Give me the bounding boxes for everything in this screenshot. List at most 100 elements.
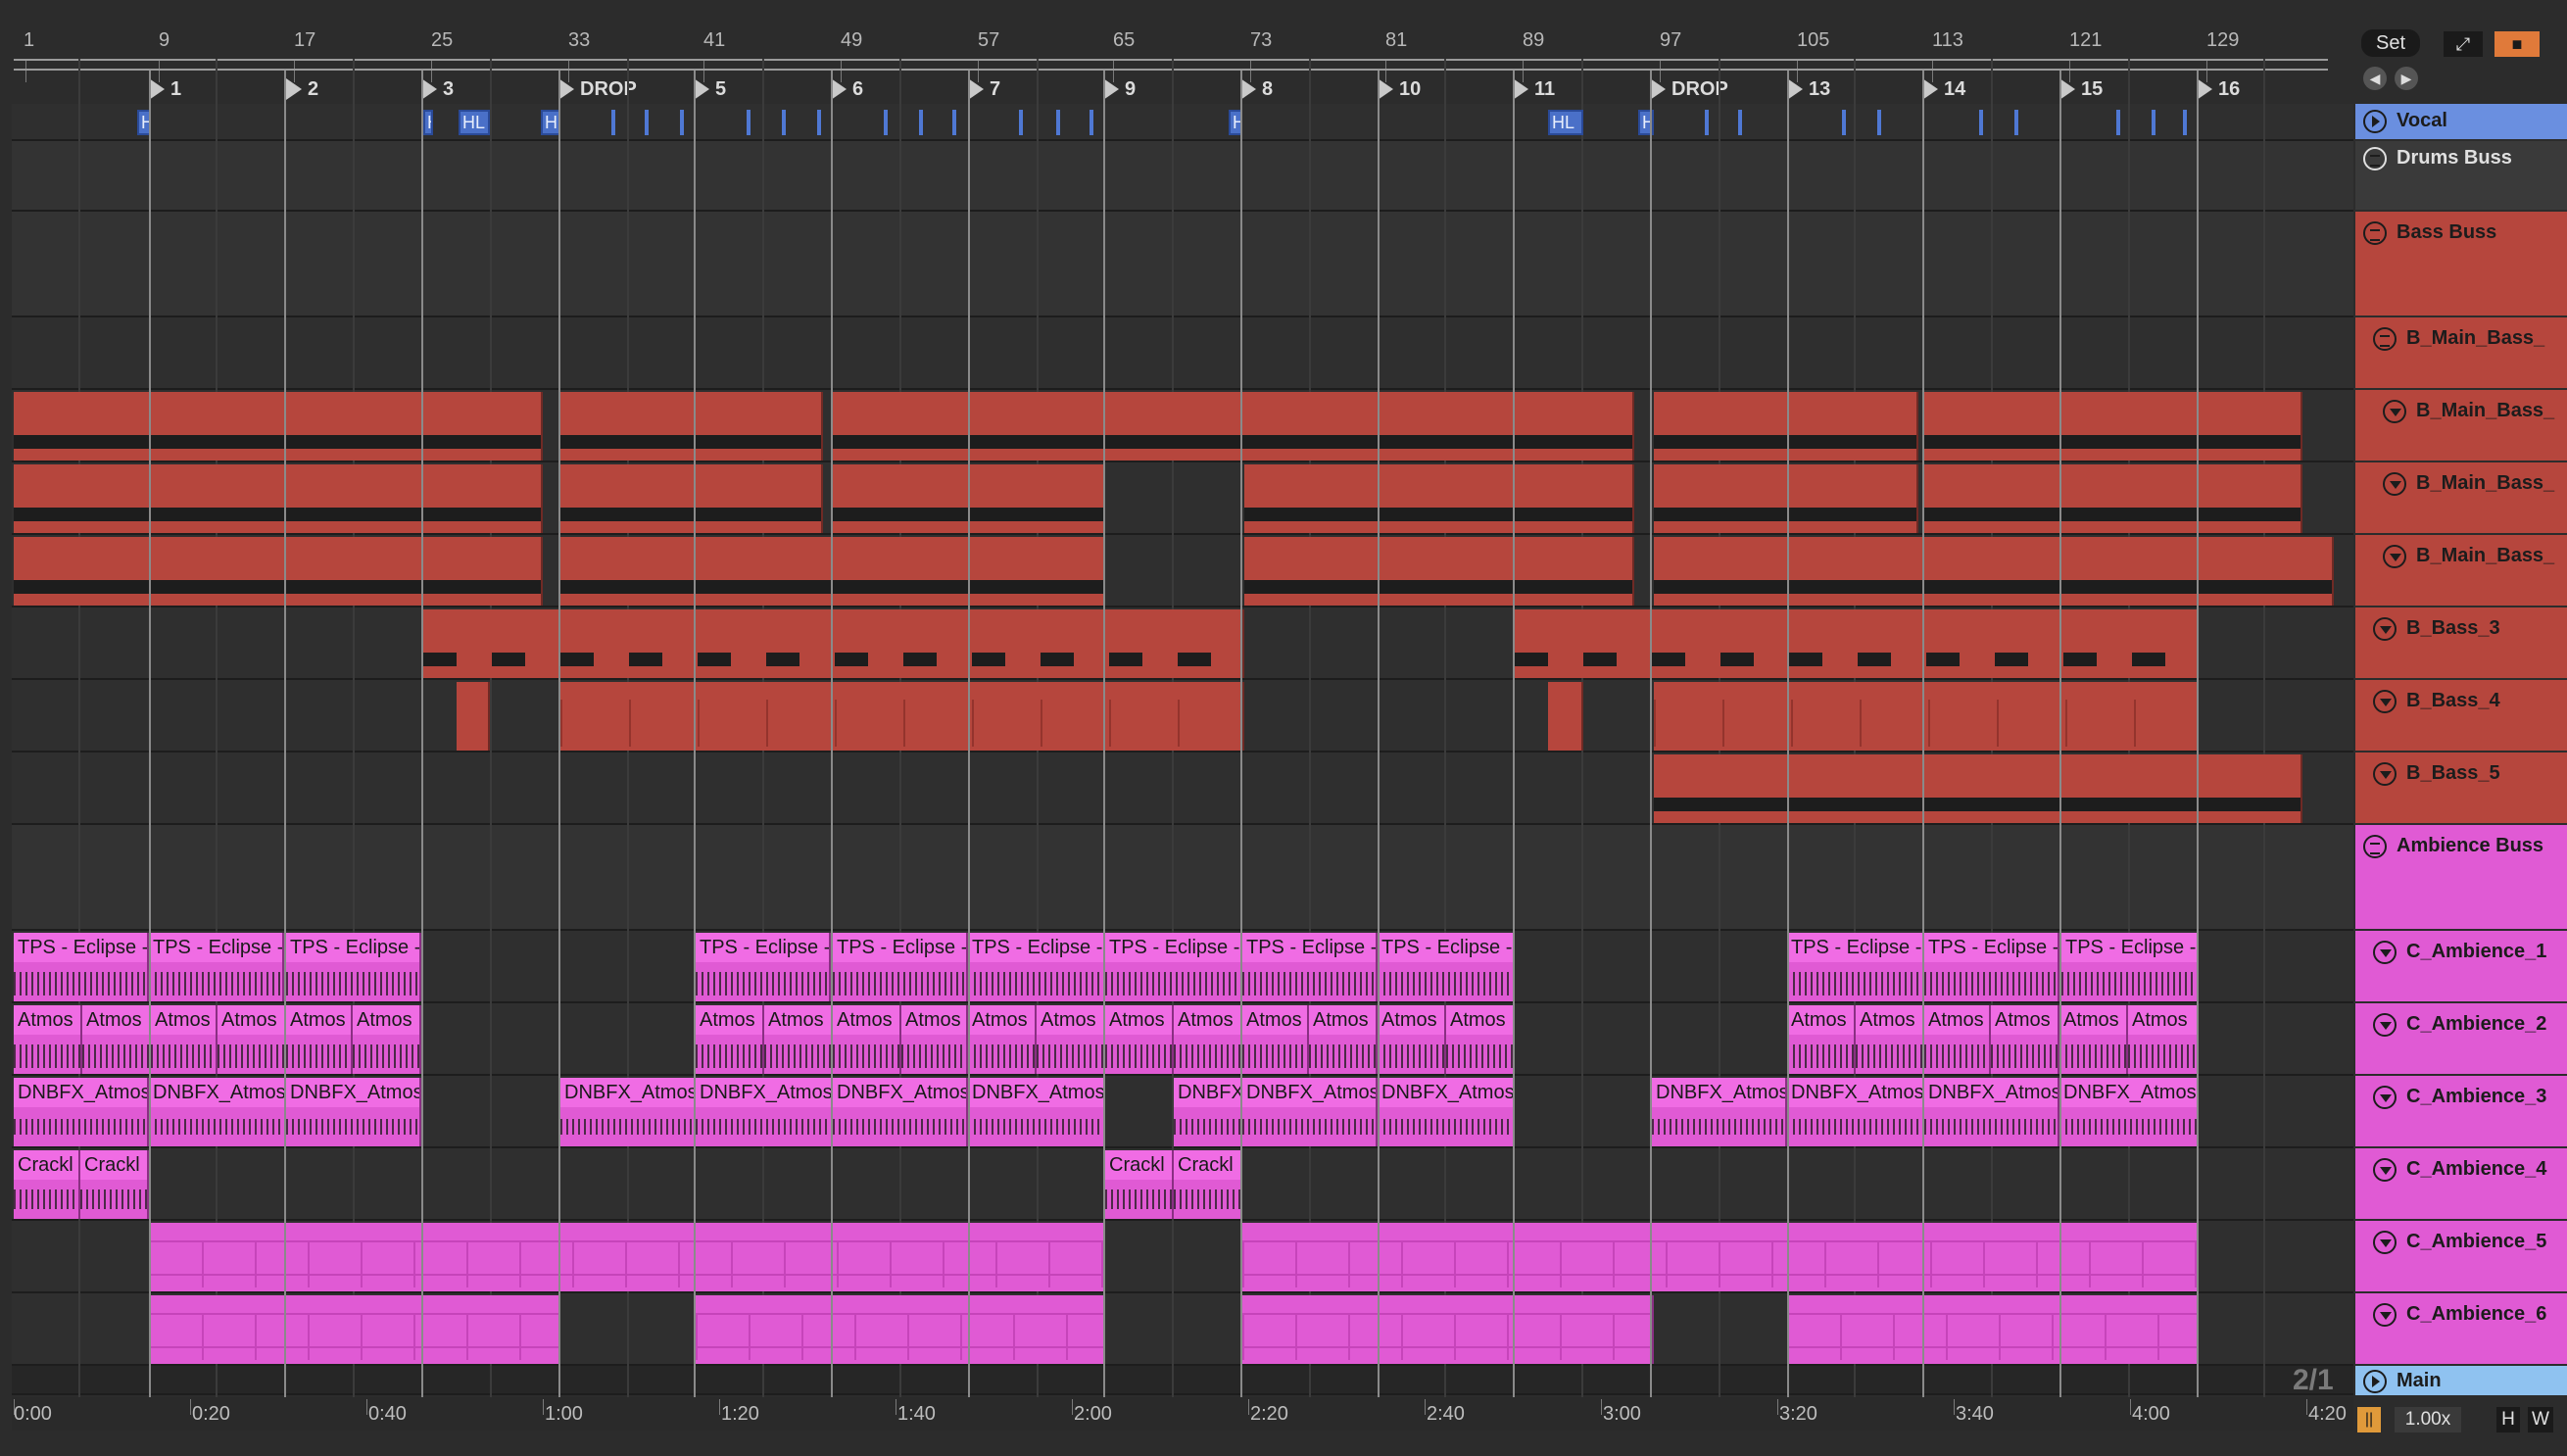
audio-clip[interactable]: TPS - Eclipse - (149, 933, 284, 1001)
track-main[interactable]: Main (2355, 1366, 2567, 1397)
audio-clip[interactable]: Atmos (1242, 1005, 1309, 1074)
midi-clip[interactable] (149, 1223, 1105, 1291)
locator[interactable]: 13 (1787, 74, 1830, 104)
track-c-ambience-3[interactable]: C_Ambience_3 (2355, 1076, 2567, 1148)
lane-bass-buss[interactable] (12, 212, 2353, 317)
vocal-clip[interactable] (1090, 110, 1093, 135)
bass-clip[interactable] (1924, 464, 2302, 533)
vocal-clip[interactable] (919, 110, 923, 135)
vocal-clip[interactable] (1056, 110, 1060, 135)
locator[interactable]: 14 (1922, 74, 1965, 104)
midi-clip[interactable] (696, 1295, 1105, 1364)
audio-clip[interactable]: Crackl (80, 1150, 149, 1219)
track-c-ambience-4[interactable]: C_Ambience_4 (2355, 1148, 2567, 1221)
vocal-clip[interactable] (782, 110, 786, 135)
bass-clip[interactable] (423, 609, 1244, 678)
vocal-clip[interactable] (645, 110, 649, 135)
audio-clip[interactable]: TPS - Eclipse - (968, 933, 1105, 1001)
audio-clip[interactable]: Atmos (901, 1005, 968, 1074)
time-ruler[interactable] (12, 1397, 2353, 1431)
locator[interactable]: DROP (558, 74, 637, 104)
bass-clip[interactable] (14, 464, 543, 533)
h-button[interactable]: H (2496, 1407, 2520, 1432)
audio-clip[interactable]: TPS - Eclipse - (286, 933, 421, 1001)
audio-clip[interactable]: DNBFX (1174, 1078, 1242, 1146)
locator[interactable]: 2 (286, 74, 318, 104)
audio-clip[interactable]: TPS - Eclipse - (696, 933, 831, 1001)
bass-clip[interactable] (1654, 754, 2302, 823)
audio-clip[interactable]: Atmos (1856, 1005, 1924, 1074)
midi-clip[interactable] (149, 1295, 560, 1364)
follow-icon[interactable]: || (2357, 1407, 2381, 1432)
audio-clip[interactable]: Atmos (353, 1005, 421, 1074)
loop-brace[interactable] (14, 59, 2328, 71)
vocal-clip[interactable] (611, 110, 615, 135)
vocal-clip[interactable] (1979, 110, 1983, 135)
vocal-clip[interactable] (1842, 110, 1846, 135)
vocal-clip[interactable] (1738, 110, 1742, 135)
audio-clip[interactable]: Atmos (1787, 1005, 1856, 1074)
audio-clip[interactable]: DNBFX_Atmos (1652, 1078, 1787, 1146)
audio-clip[interactable]: DNBFX_Atmos (14, 1078, 149, 1146)
vocal-clip[interactable] (884, 110, 888, 135)
bass-clip[interactable] (1654, 464, 1918, 533)
vocal-clip[interactable]: H (541, 110, 560, 135)
vocal-clip[interactable] (2116, 110, 2120, 135)
audio-clip[interactable]: Atmos (151, 1005, 218, 1074)
audio-clip[interactable]: DNBFX_Atmos (1924, 1078, 2059, 1146)
bass-clip[interactable] (1654, 392, 1918, 461)
track-b-main-bass-group[interactable]: B_Main_Bass_ (2355, 317, 2567, 390)
audio-clip[interactable]: TPS - Eclipse - (2061, 933, 2199, 1001)
vocal-clip[interactable]: HL (459, 110, 490, 135)
midi-clip[interactable] (1787, 1295, 2199, 1364)
audio-clip[interactable]: Atmos (1924, 1005, 1991, 1074)
audio-clip[interactable]: TPS - Eclipse - (1378, 933, 1515, 1001)
bar-ruler[interactable]: 1 9 17 25 33 41 49 57 65 73 81 89 97 105… (12, 27, 2353, 82)
locator[interactable]: 8 (1240, 74, 1273, 104)
vocal-clip[interactable]: HL (1548, 110, 1583, 135)
audio-clip[interactable]: Atmos (968, 1005, 1037, 1074)
audio-clip[interactable]: DNBFX_Atmos (696, 1078, 833, 1146)
audio-clip[interactable]: Atmos (2128, 1005, 2199, 1074)
audio-clip[interactable]: TPS - Eclipse - (1787, 933, 1924, 1001)
audio-clip[interactable]: Atmos (696, 1005, 764, 1074)
track-vocal[interactable]: Vocal (2355, 104, 2567, 141)
bass-clip[interactable] (14, 537, 543, 606)
audio-clip[interactable]: Atmos (1991, 1005, 2059, 1074)
locator[interactable]: 15 (2059, 74, 2103, 104)
audio-clip[interactable]: Atmos (1174, 1005, 1242, 1074)
audio-clip[interactable]: DNBFX_Atmos (968, 1078, 1105, 1146)
audio-clip[interactable]: DNBFX_Atmos (1242, 1078, 1378, 1146)
audio-clip[interactable]: DNBFX_Atmos (1787, 1078, 1924, 1146)
bass-clip[interactable] (1244, 464, 1634, 533)
track-c-ambience-6[interactable]: C_Ambience_6 (2355, 1293, 2567, 1366)
audio-clip[interactable]: Crackl (1174, 1150, 1242, 1219)
vocal-clip[interactable] (1877, 110, 1881, 135)
midi-clip[interactable] (1242, 1295, 1654, 1364)
audio-clip[interactable]: Atmos (764, 1005, 833, 1074)
w-button[interactable]: W (2528, 1407, 2553, 1432)
bass-clip[interactable] (1515, 609, 2199, 678)
lane-ambience-buss[interactable] (12, 825, 2353, 931)
audio-clip[interactable]: Atmos (286, 1005, 353, 1074)
bass-clip[interactable] (1548, 682, 1583, 751)
lane-b-main-bass-group[interactable] (12, 317, 2353, 390)
track-b-bass-5[interactable]: B_Bass_5 (2355, 752, 2567, 825)
vocal-clip[interactable]: H (423, 110, 433, 135)
bass-clip[interactable] (560, 392, 823, 461)
audio-clip[interactable]: Atmos (218, 1005, 286, 1074)
bass-clip[interactable] (560, 464, 823, 533)
vocal-clip[interactable] (747, 110, 751, 135)
bass-clip[interactable] (1654, 682, 2199, 751)
zoom-field[interactable]: 1.00x (2395, 1407, 2461, 1432)
locator[interactable]: 6 (831, 74, 863, 104)
vocal-clip[interactable] (2014, 110, 2018, 135)
lane-vocal[interactable] (12, 104, 2353, 141)
track-b-main-bass[interactable]: B_Main_Bass_ (2355, 462, 2567, 535)
audio-clip[interactable]: Atmos (1309, 1005, 1378, 1074)
locator[interactable]: DROP (1650, 74, 1728, 104)
audio-clip[interactable]: Atmos (1105, 1005, 1174, 1074)
arrow-left-icon[interactable]: ◀ (2363, 67, 2387, 90)
audio-clip[interactable]: Atmos (1446, 1005, 1515, 1074)
audio-clip[interactable]: DNBFX_Atmos (560, 1078, 696, 1146)
